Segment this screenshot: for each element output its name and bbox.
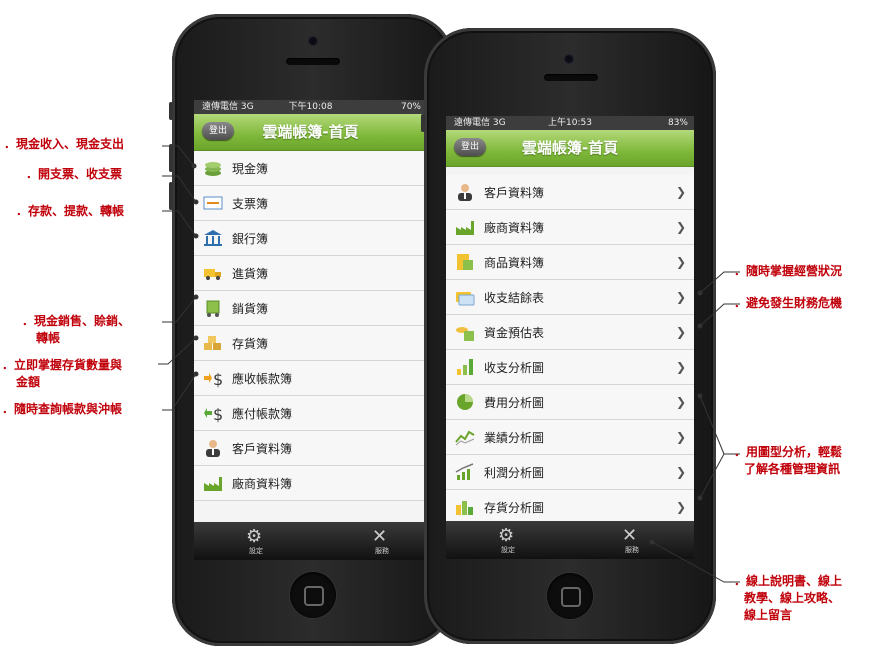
annotation-line: ．線上說明書、線上 [734,574,843,588]
annotation-charts: ．用圖型分析，輕鬆 了解各種管理資訊 [734,444,842,478]
annotation-inventory: ．立即掌握存貨數量與 金額 [2,357,122,391]
annotation-leaders [158,145,740,583]
annotation-online: ．線上說明書、線上 教學、線上攻略、 線上留言 [734,573,842,624]
annotation-line: 金額 [16,375,41,389]
annotation-line: 轉帳 [36,331,61,345]
annotation-risk: ．避免發生財務危機 [734,296,843,310]
annotation-line: 線上留言 [744,608,793,622]
annotation-line: 了解各種管理資訊 [744,462,841,476]
annotation-bank: ．存款、提款、轉帳 [16,204,125,218]
annotation-status: ．隨時掌握經營狀況 [734,264,843,278]
annotation-line: ．用圖型分析，輕鬆 [734,445,843,459]
annotation-cheque: ．開支票、收支票 [26,167,123,181]
annotation-sales: ．現金銷售、賒銷、 轉帳 [22,313,130,347]
annotation-line: ．立即掌握存貨數量與 [2,358,123,372]
annotation-accounts: ．隨時查詢帳款與沖帳 [2,402,123,416]
annotation-line: 教學、線上攻略、 [744,591,841,605]
annotation-cash: ．現金收入、現金支出 [4,137,125,151]
annotation-line: ．現金銷售、賒銷、 [22,314,131,328]
